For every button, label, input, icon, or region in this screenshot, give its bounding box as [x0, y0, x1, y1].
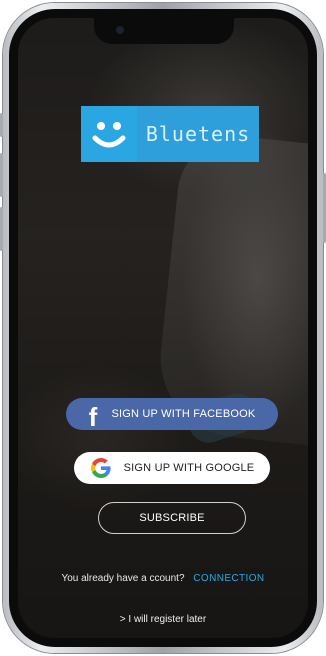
sign-up-facebook-button[interactable]: f SIGN UP WITH FACEBOOK — [66, 398, 278, 432]
google-icon — [90, 457, 112, 479]
connection-link[interactable]: CONNECTION — [193, 573, 264, 584]
front-camera-icon — [116, 26, 124, 34]
logo-text: Bluetens — [137, 106, 259, 162]
app-screen: Bluetens f SIGN UP WITH FACEBOOK SIGN UP… — [18, 18, 308, 638]
register-later-link[interactable]: > I will register later — [18, 614, 308, 625]
subscribe-button[interactable]: SUBSCRIBE — [98, 502, 246, 534]
sign-up-google-label: SIGN UP WITH GOOGLE — [123, 462, 255, 474]
smiley-icon — [81, 106, 137, 162]
account-prompt-text: You already have a ccount? — [61, 573, 185, 584]
sign-up-google-button[interactable]: SIGN UP WITH GOOGLE — [74, 452, 270, 484]
account-prompt-row: You already have a ccount? CONNECTION — [18, 573, 308, 584]
side-button-left-3 — [0, 207, 3, 251]
phone-notch — [94, 18, 234, 44]
side-button-left-1 — [0, 113, 3, 137]
sign-up-facebook-label: SIGN UP WITH FACEBOOK — [111, 408, 256, 420]
facebook-icon: f — [88, 401, 98, 432]
app-logo: Bluetens — [81, 106, 259, 162]
side-button-left-2 — [0, 153, 3, 197]
subscribe-label: SUBSCRIBE — [139, 512, 205, 524]
